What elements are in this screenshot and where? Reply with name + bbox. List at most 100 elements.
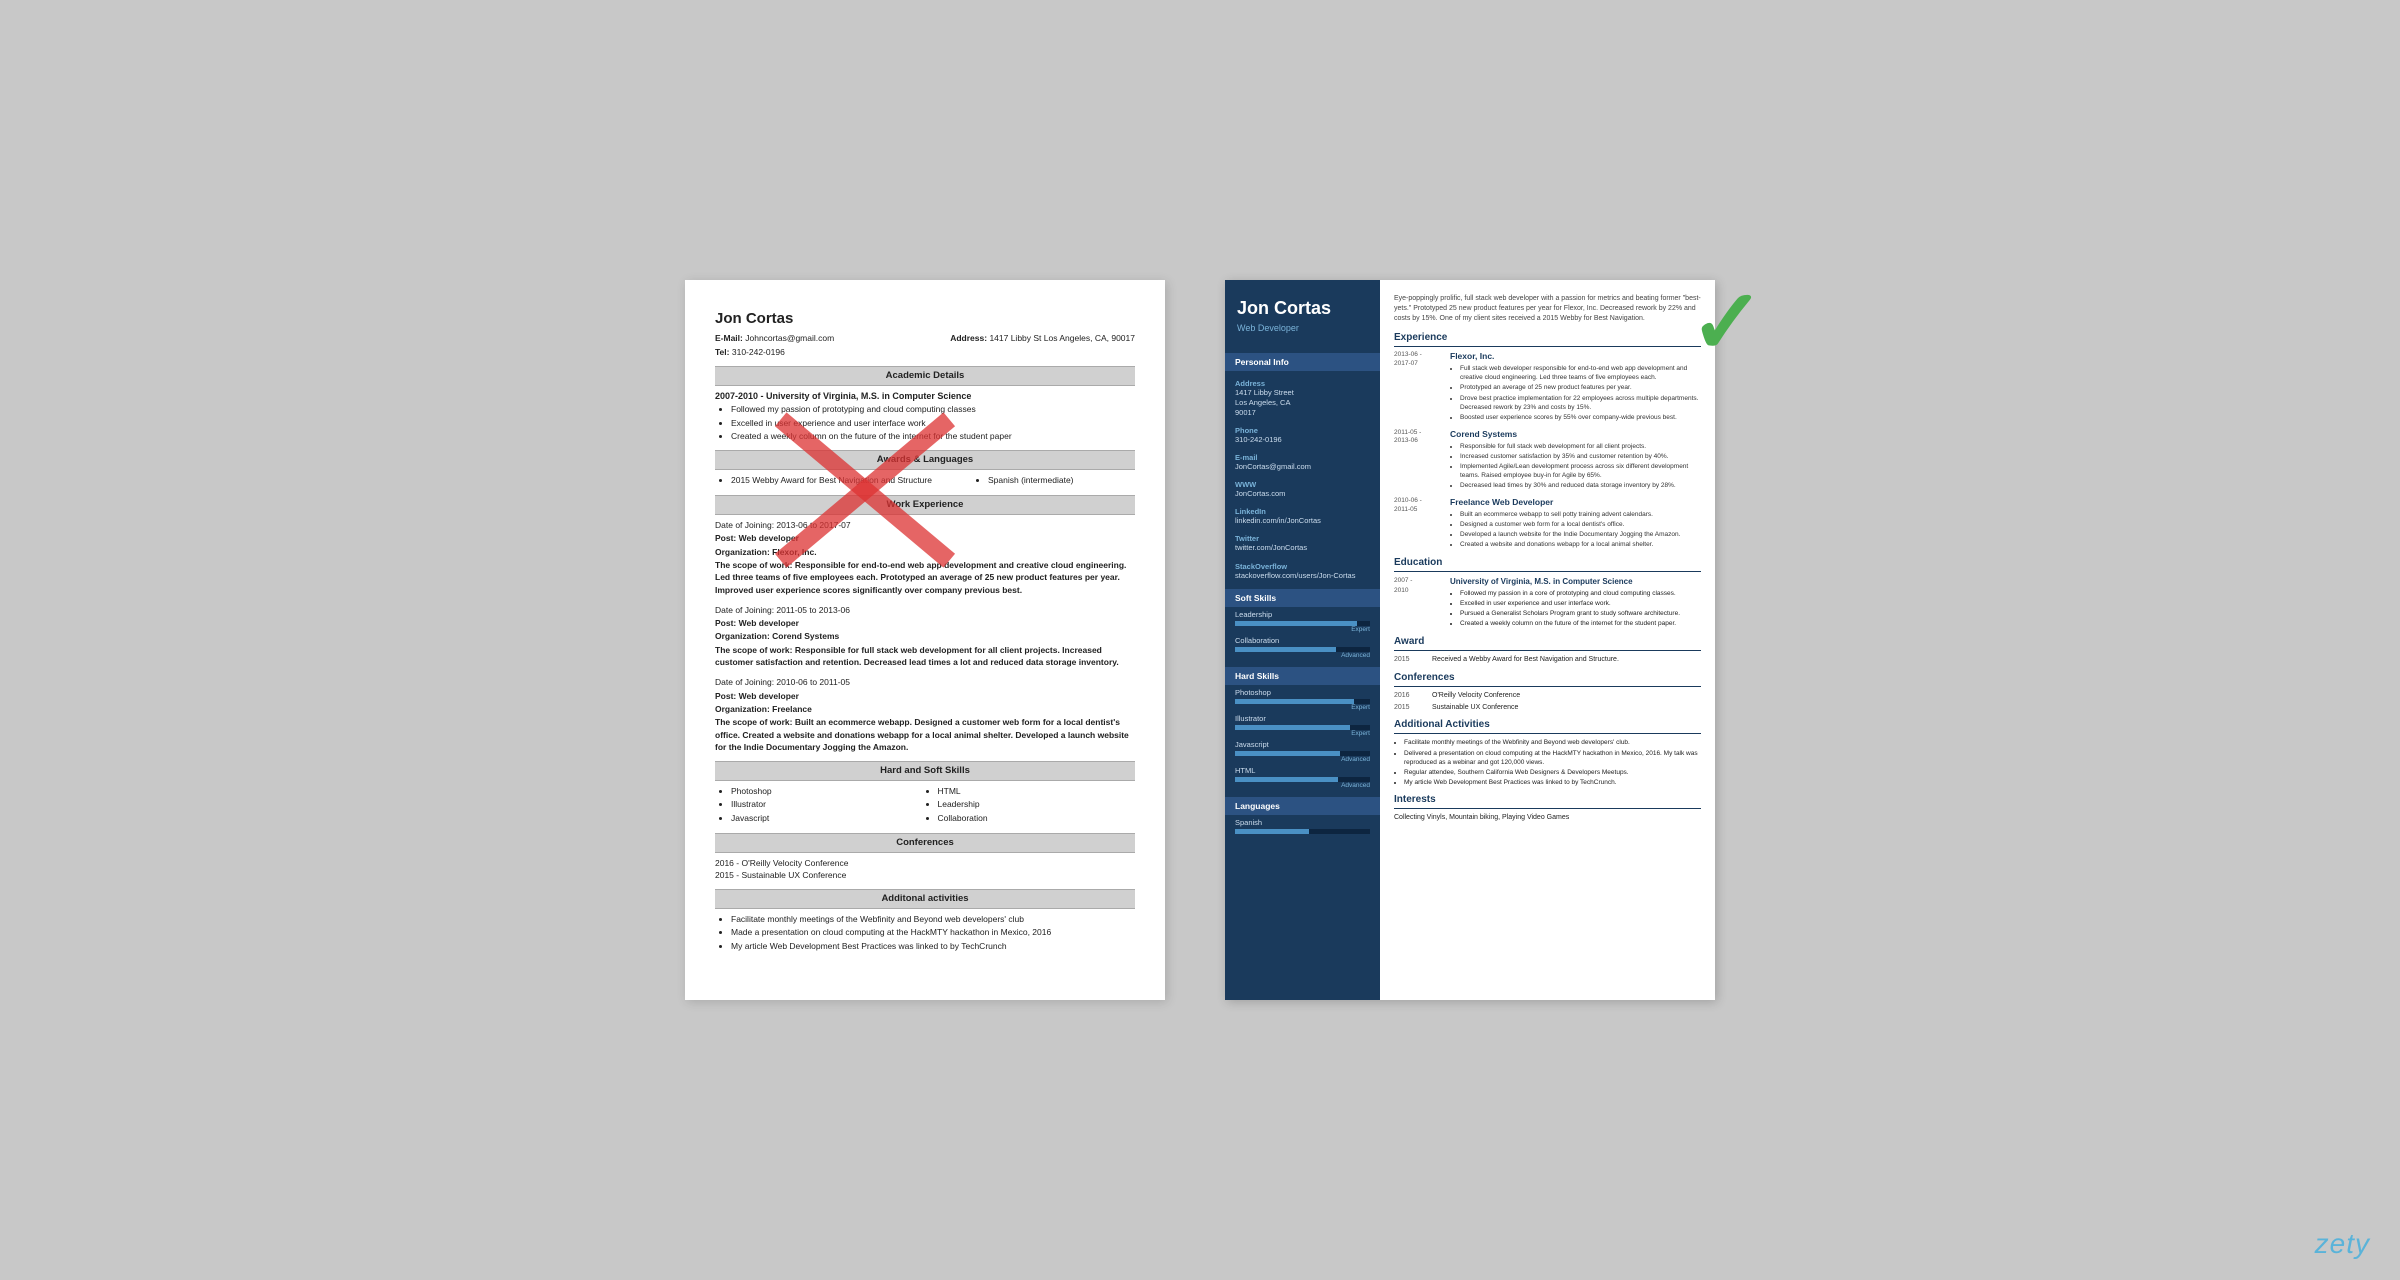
list-item: Full stack web developer responsible for… — [1460, 364, 1701, 382]
stackoverflow-info: StackOverflow stackoverflow.com/users/Jo… — [1225, 554, 1380, 581]
education-title: Education — [1394, 556, 1701, 572]
lang-spanish: Spanish — [1225, 815, 1380, 834]
left-name: Jon Cortas — [715, 308, 1135, 330]
skill-leadership: Leadership Expert — [1225, 607, 1380, 633]
list-item: Boosted user experience scores by 55% ov… — [1460, 413, 1701, 422]
list-item: Developed a launch website for the Indie… — [1460, 530, 1680, 539]
skill-photoshop: Photoshop Expert — [1225, 685, 1380, 711]
post-field: Post: Web developer — [715, 617, 1135, 629]
list-item: Pursued a Generalist Scholars Program gr… — [1460, 609, 1680, 618]
list-item: Increased customer satisfaction by 35% a… — [1460, 452, 1701, 461]
list-item: Created a weekly column on the future of… — [731, 430, 1135, 442]
awards-row: 2015 Webby Award for Best Navigation and… — [715, 474, 1135, 487]
activities-list: Facilitate monthly meetings of the Webfi… — [1394, 738, 1701, 786]
work-item-2: Date of Joining: 2011-05 to 2013-06 Post… — [715, 604, 1135, 669]
list-item: Made a presentation on cloud computing a… — [731, 926, 1135, 938]
skill-javascript: Javascript Advanced — [1225, 737, 1380, 763]
org-field: Organization: Corend Systems — [715, 630, 1135, 642]
list-item: Spanish (intermediate) — [988, 474, 1074, 486]
conf-item-1: 2016 O'Reilly Velocity Conference — [1394, 691, 1701, 701]
left-contact: E-Mail: Johncortas@gmail.com Address: 14… — [715, 332, 1135, 344]
list-item: Leadership — [938, 798, 1136, 810]
hard-skills-title: Hard Skills — [1225, 667, 1380, 685]
resume-sidebar: Jon Cortas Web Developer Personal Info A… — [1225, 280, 1380, 1000]
list-item: Created a website and donations webapp f… — [1460, 540, 1680, 549]
award-title: Award — [1394, 635, 1701, 651]
exp-item-3: 2010-06 - 2011-05 Freelance Web Develope… — [1394, 497, 1701, 550]
list-item: Designed a customer web form for a local… — [1460, 520, 1680, 529]
scope-field: The scope of work: Responsible for full … — [715, 644, 1135, 669]
resume-main-content: Eye-poppingly prolific, full stack web d… — [1380, 280, 1715, 1000]
list-item: HTML — [938, 785, 1136, 797]
resume-summary: Eye-poppingly prolific, full stack web d… — [1394, 294, 1701, 323]
activities-header: Additonal activities — [715, 889, 1135, 909]
list-item: Delivered a presentation on cloud comput… — [1404, 749, 1701, 767]
sidebar-title: Web Developer — [1237, 323, 1368, 333]
list-item: Followed my passion in a core of prototy… — [1460, 589, 1680, 598]
award-item-1: 2015 Received a Webby Award for Best Nav… — [1394, 655, 1701, 665]
address-info: Address 1417 Libby StreetLos Angeles, CA… — [1225, 371, 1380, 418]
list-item: Facilitate monthly meetings of the Webfi… — [1404, 738, 1701, 747]
linkedin-info: LinkedIn linkedin.com/in/JonCortas — [1225, 499, 1380, 526]
left-address: Address: 1417 Libby St Los Angeles, CA, … — [950, 332, 1135, 344]
activities-list: Facilitate monthly meetings of the Webfi… — [715, 913, 1135, 952]
list-item: My article Web Development Best Practice… — [731, 940, 1135, 952]
awards-list: 2015 Webby Award for Best Navigation and… — [715, 474, 932, 487]
exp-item-1: 2013-06 - 2017-07 Flexor, Inc. Full stac… — [1394, 351, 1701, 422]
academic-header: Academic Details — [715, 366, 1135, 386]
conf-item-2: 2015 Sustainable UX Conference — [1394, 703, 1701, 713]
soft-skills-title: Soft Skills — [1225, 589, 1380, 607]
languages-title: Languages — [1225, 797, 1380, 815]
sidebar-header: Jon Cortas Web Developer — [1225, 280, 1380, 345]
post-field: Post: Web developer — [715, 690, 1135, 702]
twitter-info: Twitter twitter.com/JonCortas — [1225, 526, 1380, 553]
list-item: Decreased lead times by 30% and reduced … — [1460, 481, 1701, 490]
list-item: Implemented Agile/Lean development proce… — [1460, 462, 1701, 480]
interests-text: Collecting Vinyls, Mountain biking, Play… — [1394, 813, 1701, 823]
skills-header: Hard and Soft Skills — [715, 761, 1135, 781]
list-item: Excelled in user experience and user int… — [1460, 599, 1680, 608]
conf-item-2: 2015 - Sustainable UX Conference — [715, 869, 1135, 881]
work-item-1: Date of Joining: 2013-06 to 2017-07 Post… — [715, 519, 1135, 596]
list-item: Created a weekly column on the future of… — [1460, 619, 1680, 628]
list-item: Facilitate monthly meetings of the Webfi… — [731, 913, 1135, 925]
skills-list: Photoshop Illustrator Javascript HTML Le… — [715, 785, 1135, 825]
left-resume: Jon Cortas E-Mail: Johncortas@gmail.com … — [685, 280, 1165, 1000]
scope-field: The scope of work: Built an ecommerce we… — [715, 716, 1135, 753]
personal-info-title: Personal Info — [1225, 353, 1380, 371]
right-resume: Jon Cortas Web Developer Personal Info A… — [1225, 280, 1715, 1000]
post-field: Post: Web developer — [715, 532, 1135, 544]
left-email: E-Mail: Johncortas@gmail.com — [715, 332, 834, 344]
list-item: Responsible for full stack web developme… — [1460, 442, 1701, 451]
work-header: Work Experience — [715, 495, 1135, 515]
list-item: Collaboration — [938, 812, 1136, 824]
sidebar-name: Jon Cortas — [1237, 298, 1368, 320]
zety-logo: zety — [2315, 1228, 2370, 1260]
conferences-title: Conferences — [1394, 671, 1701, 687]
list-item: Regular attendee, Southern California We… — [1404, 768, 1701, 777]
academic-bullets: Followed my passion of prototyping and c… — [715, 403, 1135, 442]
list-item: Javascript — [731, 812, 929, 824]
edu-item-1: 2007 - 2010 University of Virginia, M.S.… — [1394, 576, 1701, 629]
left-tel: Tel: 310-242-0196 — [715, 346, 1135, 358]
experience-title: Experience — [1394, 331, 1701, 347]
list-item: Drove best practice implementation for 2… — [1460, 394, 1701, 412]
list-item: Prototyped an average of 25 new product … — [1460, 383, 1701, 392]
email-info: E-mail JonCortas@gmail.com — [1225, 445, 1380, 472]
list-item: Photoshop — [731, 785, 929, 797]
list-item: Illustrator — [731, 798, 929, 810]
interests-title: Interests — [1394, 793, 1701, 809]
work-item-3: Date of Joining: 2010-06 to 2011-05 Post… — [715, 676, 1135, 753]
awards-header: Awards & Languages — [715, 450, 1135, 470]
list-item: Built an ecommerce webapp to sell potty … — [1460, 510, 1680, 519]
phone-info: Phone 310-242-0196 — [1225, 418, 1380, 445]
scope-field: The scope of work: Responsible for end-t… — [715, 559, 1135, 596]
conf-header: Conferences — [715, 833, 1135, 853]
org-field: Organization: Flexor, Inc. — [715, 546, 1135, 558]
skill-illustrator: Illustrator Expert — [1225, 711, 1380, 737]
lang-list: Spanish (intermediate) — [972, 474, 1074, 487]
academic-item: 2007-2010 - University of Virginia, M.S.… — [715, 390, 1135, 442]
skill-html: HTML Advanced — [1225, 763, 1380, 789]
activities-title: Additional Activities — [1394, 718, 1701, 734]
list-item: Followed my passion of prototyping and c… — [731, 403, 1135, 415]
